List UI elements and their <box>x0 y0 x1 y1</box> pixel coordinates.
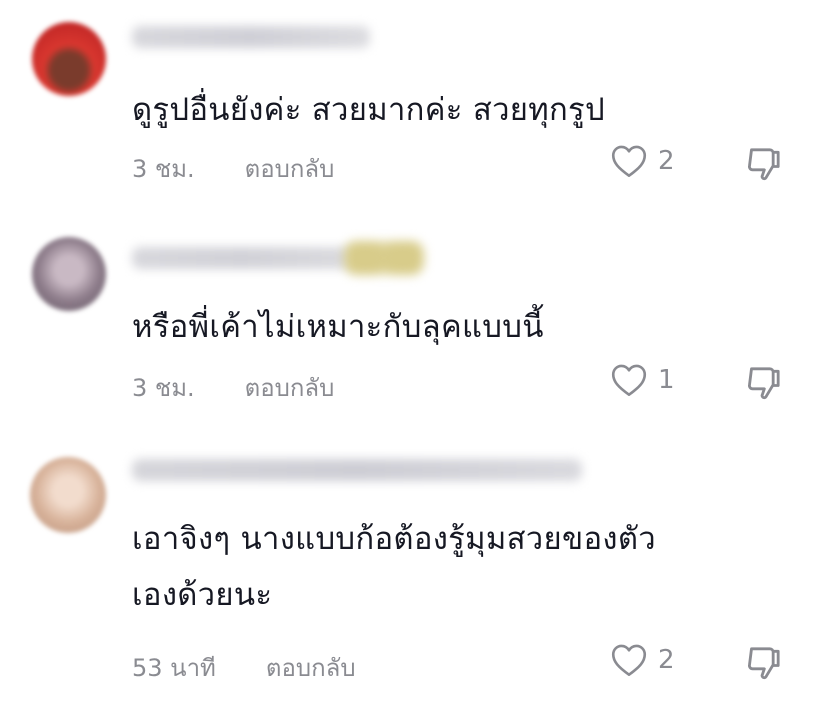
timestamp: 3 ชม. <box>132 374 195 402</box>
timestamp: 3 ชม. <box>132 155 195 183</box>
comment-text: ดูรูปอื่นยังค่ะ สวยมากค่ะ สวยทุกรูป <box>132 92 605 128</box>
reply-button[interactable]: ตอบกลับ <box>245 155 335 183</box>
like-count: 2 <box>658 146 675 176</box>
comment-text: เอาจิงๆ นางแบบก้อต้องรู้มุมสวยของตัว เอง… <box>132 521 656 613</box>
comment-meta: 3 ชม. ตอบกลับ <box>132 149 334 188</box>
thumbs-down-outline-icon <box>747 647 780 680</box>
dislike-button[interactable] <box>744 144 784 184</box>
comment-item: ดูรูปอื่นยังค่ะ สวยมากค่ะ สวยทุกรูป 3 ชม… <box>0 0 820 200</box>
avatar[interactable] <box>32 22 106 96</box>
comment-item: หรือพี่เค้าไม่เหมาะกับลุคแบบนี้ 3 ชม. ตอบ… <box>0 205 820 405</box>
timestamp: 53 นาที <box>132 654 216 682</box>
username-blurred[interactable] <box>132 247 352 269</box>
username-blurred[interactable] <box>132 26 370 48</box>
avatar[interactable] <box>30 457 106 533</box>
dislike-button[interactable] <box>744 363 784 403</box>
like-count: 1 <box>658 365 675 395</box>
emoji-blurred <box>344 241 424 275</box>
comment-meta: 3 ชม. ตอบกลับ <box>132 368 334 407</box>
reply-button[interactable]: ตอบกลับ <box>266 654 356 682</box>
dislike-button[interactable] <box>744 643 784 683</box>
comment-text: หรือพี่เค้าไม่เหมาะกับลุคแบบนี้ <box>132 309 544 345</box>
like-count: 2 <box>658 645 675 675</box>
comment-meta: 53 นาที ตอบกลับ <box>132 648 356 687</box>
username-blurred[interactable] <box>132 459 582 481</box>
reply-button[interactable]: ตอบกลับ <box>245 374 335 402</box>
like-button[interactable]: 1 <box>610 363 675 397</box>
comment-item: เอาจิงๆ นางแบบก้อต้องรู้มุมสวยของตัว เอง… <box>0 425 820 720</box>
avatar[interactable] <box>32 237 106 311</box>
heart-outline-icon <box>611 644 647 676</box>
thumbs-down-outline-icon <box>747 148 780 181</box>
like-button[interactable]: 2 <box>610 144 675 178</box>
heart-outline-icon <box>611 145 647 177</box>
like-button[interactable]: 2 <box>610 643 675 677</box>
thumbs-down-outline-icon <box>747 367 780 400</box>
heart-outline-icon <box>611 364 647 396</box>
